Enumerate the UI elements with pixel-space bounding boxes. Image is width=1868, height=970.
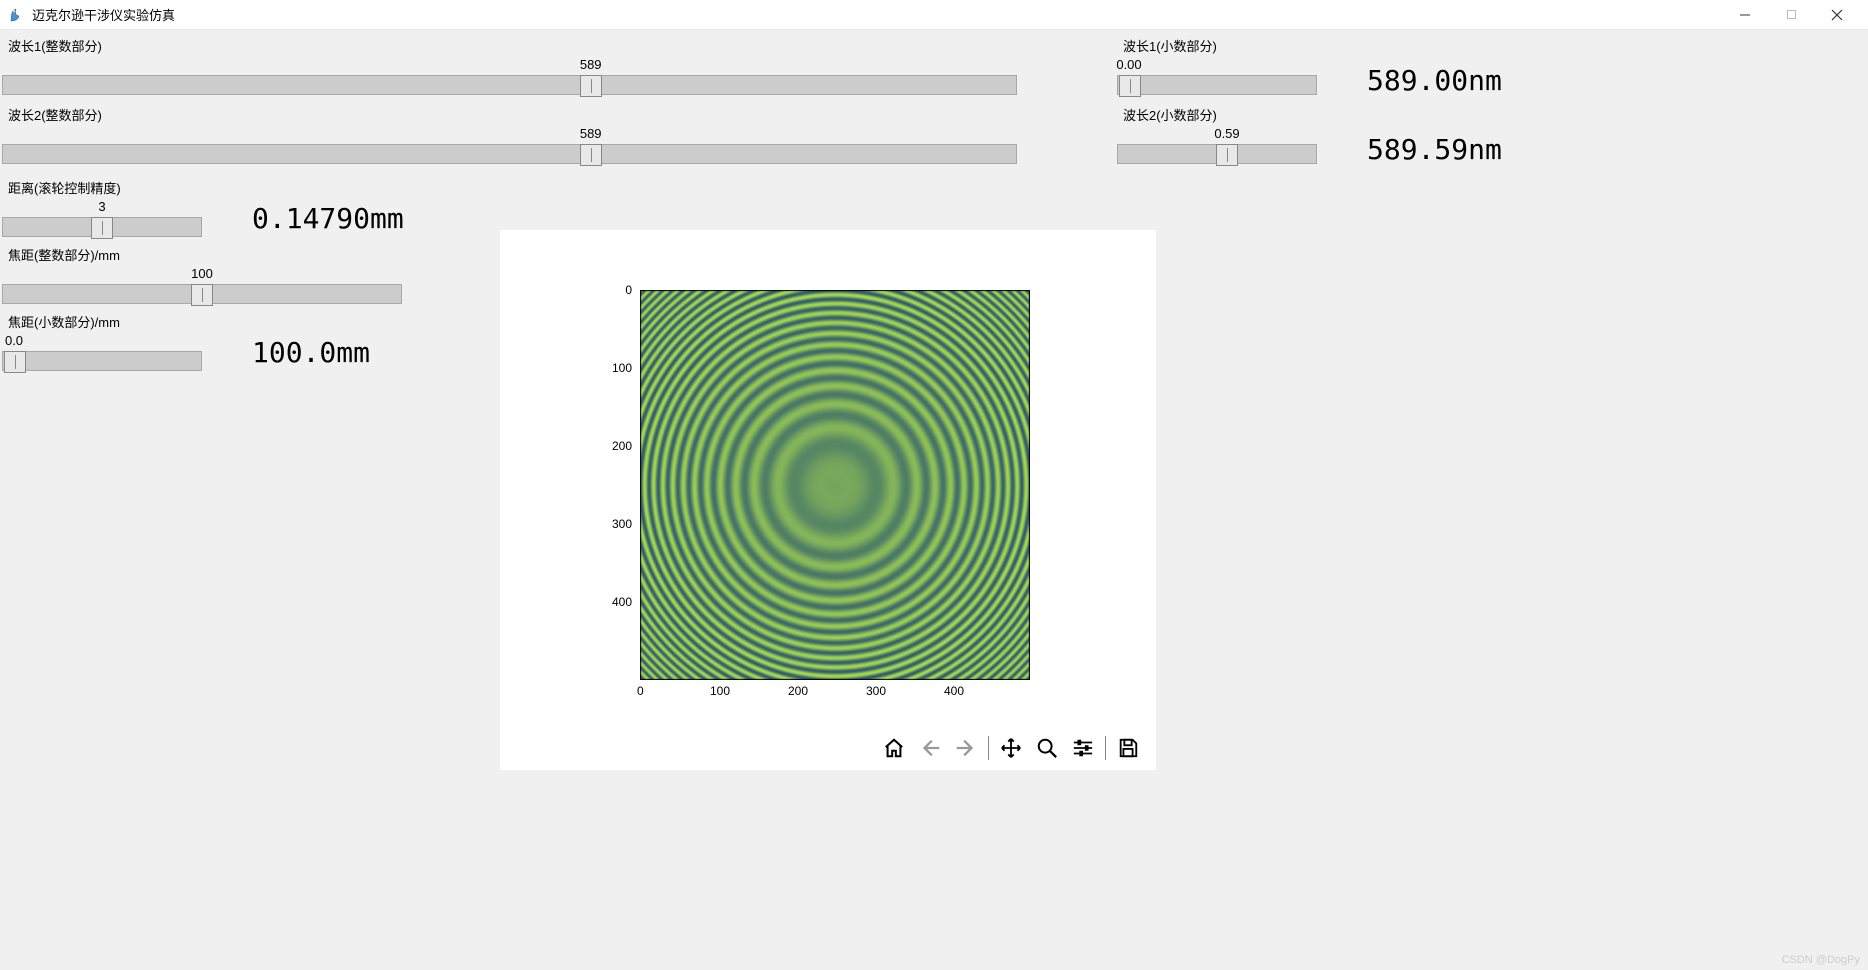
wl1-result: 589.00nm	[1367, 64, 1502, 97]
y-tick: 200	[612, 439, 632, 453]
wl2-int-label: 波长2(整数部分)	[2, 103, 1017, 126]
close-button[interactable]	[1814, 0, 1860, 30]
focal-dec-value: 0.0	[5, 333, 23, 348]
watermark: CSDN @DogPy	[1782, 954, 1860, 966]
dist-result: 0.14790mm	[252, 202, 404, 235]
x-tick: 300	[866, 684, 886, 698]
toolbar-separator	[1105, 736, 1106, 760]
app-icon	[8, 7, 24, 23]
zoom-icon[interactable]	[1033, 734, 1061, 762]
plot-toolbar	[880, 734, 1142, 762]
interference-plot: 0 100 200 300 400 0 100 200 300 400	[640, 290, 1030, 680]
wl1-dec-thumb[interactable]	[1119, 75, 1141, 97]
focal-int-value: 100	[191, 266, 213, 281]
wl2-dec-thumb[interactable]	[1216, 144, 1238, 166]
back-icon[interactable]	[916, 734, 944, 762]
focal-dec-label: 焦距(小数部分)/mm	[2, 310, 202, 333]
wl2-dec-value: 0.59	[1214, 126, 1239, 141]
wl1-int-value: 589	[580, 57, 602, 72]
focal-dec-slider[interactable]	[2, 351, 202, 371]
x-tick: 200	[788, 684, 808, 698]
y-tick: 300	[612, 517, 632, 531]
save-icon[interactable]	[1114, 734, 1142, 762]
config-icon[interactable]	[1069, 734, 1097, 762]
wl1-int-thumb[interactable]	[580, 75, 602, 97]
focal-int-slider[interactable]	[2, 284, 402, 304]
window-title: 迈克尔逊干涉仪实验仿真	[32, 5, 1722, 24]
toolbar-separator	[988, 736, 989, 760]
wl2-result: 589.59nm	[1367, 133, 1502, 166]
y-tick: 0	[625, 283, 632, 297]
wl2-int-value: 589	[580, 126, 602, 141]
dist-label: 距离(滚轮控制精度)	[2, 176, 202, 199]
titlebar: 迈克尔逊干涉仪实验仿真	[0, 0, 1868, 30]
minimize-button[interactable]	[1722, 0, 1768, 30]
wl2-int-thumb[interactable]	[580, 144, 602, 166]
x-tick: 400	[944, 684, 964, 698]
wl1-int-label: 波长1(整数部分)	[2, 34, 1017, 57]
wl1-dec-slider[interactable]	[1117, 75, 1317, 95]
maximize-button[interactable]	[1768, 0, 1814, 30]
focal-int-thumb[interactable]	[191, 284, 213, 306]
dist-value: 3	[98, 199, 105, 214]
dist-slider[interactable]	[2, 217, 202, 237]
focal-result: 100.0mm	[252, 336, 370, 369]
y-tick: 400	[612, 595, 632, 609]
forward-icon[interactable]	[952, 734, 980, 762]
x-tick: 100	[710, 684, 730, 698]
y-tick: 100	[612, 361, 632, 375]
home-icon[interactable]	[880, 734, 908, 762]
wl2-dec-label: 波长2(小数部分)	[1117, 103, 1317, 126]
wl2-int-slider[interactable]	[2, 144, 1017, 164]
focal-dec-thumb[interactable]	[4, 351, 26, 373]
plot-panel: 0 100 200 300 400 0 100 200 300 400	[500, 230, 1156, 770]
wl1-dec-value: 0.00	[1116, 57, 1141, 72]
dist-thumb[interactable]	[91, 217, 113, 239]
wl1-int-slider[interactable]	[2, 75, 1017, 95]
x-tick: 0	[637, 684, 644, 698]
wl2-dec-slider[interactable]	[1117, 144, 1317, 164]
focal-int-label: 焦距(整数部分)/mm	[2, 243, 402, 266]
wl1-dec-label: 波长1(小数部分)	[1117, 34, 1317, 57]
pan-icon[interactable]	[997, 734, 1025, 762]
